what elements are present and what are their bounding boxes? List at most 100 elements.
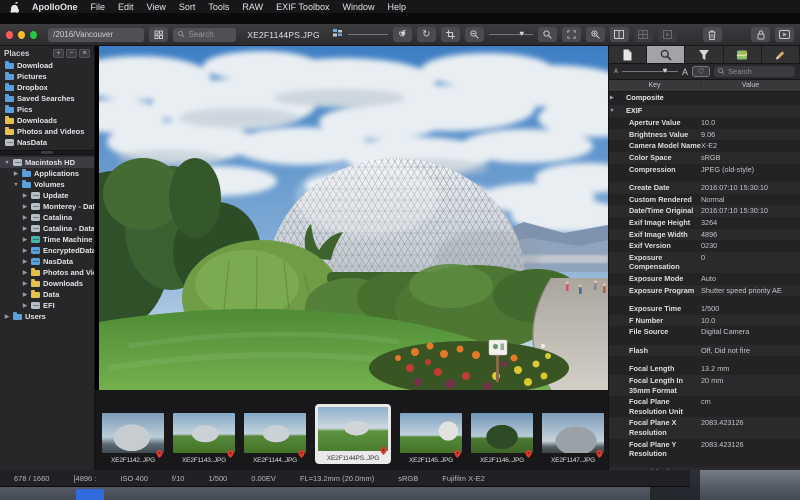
exif-row[interactable]: Exif Image Width4896 (609, 229, 800, 241)
exif-table-header[interactable]: Key Value (609, 80, 800, 92)
remove-place-button[interactable]: − (66, 49, 77, 58)
tab-metadata-inspect[interactable] (647, 46, 685, 63)
exif-row[interactable]: Exif Version0230 (609, 240, 800, 252)
exif-row[interactable]: CompressionJPEG (old-style) (609, 164, 800, 176)
disclosure-triangle-icon[interactable]: ▶ (13, 171, 19, 177)
sidebar-tree-item[interactable]: ▶Update (0, 190, 94, 201)
exif-row[interactable]: Aperture Value10.0 (609, 117, 800, 129)
sidebar-place-item[interactable]: Download (0, 60, 94, 71)
zoom-out-button[interactable] (465, 27, 484, 42)
menu-view[interactable]: View (147, 2, 166, 12)
sidebar-tree-item[interactable]: ▶EFI (0, 300, 94, 311)
sidebar-tree-item[interactable]: ▶Downloads (0, 278, 94, 289)
zoom-slider[interactable]: ♥ (489, 34, 533, 35)
menu-help[interactable]: Help (387, 2, 406, 12)
exif-row[interactable]: Focal Length In 35mm Format20 mm (609, 375, 800, 396)
disclosure-triangle-icon[interactable]: ▶ (22, 237, 28, 243)
exif-row[interactable]: Focal Plane Y Resolution2083.423126 (609, 439, 800, 460)
exif-section-row[interactable]: ▼EXIF (609, 105, 800, 118)
disclosure-triangle-icon[interactable]: ▼ (13, 182, 19, 188)
exif-row[interactable]: Focal Length13.2 mm (609, 363, 800, 375)
menu-tools[interactable]: Tools (208, 2, 229, 12)
thumbnail-image[interactable] (173, 413, 235, 453)
sidebar-place-item[interactable]: Downloads (0, 115, 94, 126)
disclosure-triangle-icon[interactable]: ▶ (22, 270, 28, 276)
exif-row[interactable]: Exposure ModeAuto (609, 273, 800, 285)
apple-menu-icon[interactable] (10, 2, 19, 12)
exif-row[interactable]: File SourceDigital Camera (609, 326, 800, 338)
menu-file[interactable]: File (91, 2, 106, 12)
font-size-slider[interactable]: ♥ (622, 71, 678, 72)
minimize-window-button[interactable] (18, 31, 25, 39)
video-button[interactable] (775, 27, 794, 42)
disclosure-triangle-icon[interactable]: ▶ (22, 204, 28, 210)
sidebar-tree-item[interactable]: ▶Users (0, 311, 94, 322)
disclosure-triangle-icon[interactable]: ▶ (22, 281, 28, 287)
disclosure-triangle-icon[interactable]: ▶ (609, 94, 615, 104)
split-view-button[interactable] (610, 27, 629, 42)
sidebar-place-item[interactable]: Saved Searches (0, 93, 94, 104)
disclosure-triangle-icon[interactable]: ▶ (22, 193, 28, 199)
menu-exif-toolbox[interactable]: EXIF Toolbox (276, 2, 329, 12)
sidebar-tree-item[interactable]: ▶Data (0, 289, 94, 300)
menu-apolloone[interactable]: ApolloOne (32, 2, 78, 12)
disclosure-triangle-icon[interactable]: ▶ (22, 303, 28, 309)
grid-view-button[interactable] (149, 27, 168, 42)
menu-edit[interactable]: Edit (118, 2, 134, 12)
exif-row[interactable]: Focal Plane Resolution Unitcm (609, 396, 800, 417)
exif-row[interactable]: Exif Image Height3264 (609, 217, 800, 229)
sidebar-tree-item[interactable]: ▼Volumes (0, 179, 94, 190)
browser-layout-icon[interactable] (333, 26, 343, 44)
trash-button[interactable] (703, 27, 722, 42)
filmstrip-thumbnail[interactable]: XE2F1142..JPG (102, 413, 164, 464)
disclosure-triangle-icon[interactable]: ▶ (22, 292, 28, 298)
disclosure-triangle-icon[interactable]: ▼ (609, 107, 615, 117)
zoom-in-button[interactable] (586, 27, 605, 42)
disclosure-triangle-icon[interactable]: ▶ (4, 314, 10, 320)
disclosure-triangle-icon[interactable]: ▶ (22, 259, 28, 265)
path-field[interactable]: /2016/Vancouver (48, 28, 144, 42)
sidebar-tree-item[interactable]: ▶Monterey - Data (0, 201, 94, 212)
exif-row[interactable]: Exposure Compensation0 (609, 252, 800, 273)
close-window-button[interactable] (6, 31, 13, 39)
sidebar-tree-item[interactable]: ▼Macintosh HD (0, 157, 94, 168)
thumbnail-image[interactable] (542, 413, 604, 453)
disclosure-triangle-icon[interactable]: ▶ (22, 215, 28, 221)
tab-edit[interactable] (762, 46, 800, 63)
sidebar-tree-item[interactable]: ▶Catalina - Data (0, 223, 94, 234)
places-menu-button[interactable]: ≡ (79, 49, 90, 58)
exif-row[interactable]: Exposure ProgramShutter speed priority A… (609, 285, 800, 297)
sidebar-tree-item[interactable]: ▶NasData (0, 256, 94, 267)
exif-row[interactable]: Brightness Value9.06 (609, 129, 800, 141)
sidebar-tree-item[interactable]: ▶EncryptedData (0, 245, 94, 256)
sidebar-place-item[interactable]: Dropbox (0, 82, 94, 93)
menu-raw[interactable]: RAW (242, 2, 263, 12)
sidebar-place-item[interactable]: NasData (0, 137, 94, 148)
disclosure-triangle-icon[interactable]: ▶ (22, 248, 28, 254)
thumbnail-image[interactable] (244, 413, 306, 453)
inspector-search-input[interactable]: Search (714, 66, 795, 77)
photo-canvas[interactable] (95, 46, 608, 390)
exif-row[interactable]: Custom RenderedNormal (609, 194, 800, 206)
toolbar-search-input[interactable]: Search (173, 28, 236, 42)
tab-filter[interactable] (685, 46, 723, 63)
filmstrip-thumbnail[interactable]: XE2F1144..JPG (244, 413, 306, 464)
sidebar-place-item[interactable]: Pictures (0, 71, 94, 82)
filmstrip-thumbnail[interactable]: XE2F1147..JPG (542, 413, 604, 464)
thumbnail-image[interactable] (400, 413, 462, 453)
sidebar-tree-item[interactable]: ▶Time Machine M (0, 234, 94, 245)
sidebar-tree-item[interactable]: ▶Applications (0, 168, 94, 179)
exif-row[interactable]: Color SpacesRGB (609, 152, 800, 164)
sidebar-tree-item[interactable]: ▶Photos and Vide (0, 267, 94, 278)
filmstrip-thumbnail[interactable]: XE2F1144PS..JPG (315, 404, 391, 464)
filmstrip-thumbnail[interactable]: XE2F1146..JPG (471, 413, 533, 464)
sidebar-splitter[interactable] (0, 150, 94, 155)
thumbnail-image[interactable] (471, 413, 533, 453)
zoom-window-button[interactable] (30, 31, 37, 39)
exif-row[interactable]: Exposure Time1/500 (609, 303, 800, 315)
exif-row[interactable]: Create Date2016:07:10 15:30:10 (609, 182, 800, 194)
disclosure-triangle-icon[interactable]: ▼ (4, 160, 10, 166)
sidebar-place-item[interactable]: Photos and Videos (0, 126, 94, 137)
filmstrip-thumbnail[interactable]: XE2F1145..JPG (400, 413, 462, 464)
thumbnail-size-slider[interactable]: ♥ (348, 34, 388, 35)
